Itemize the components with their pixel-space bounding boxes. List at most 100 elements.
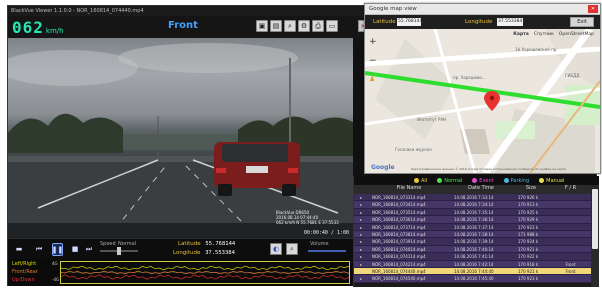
save-icon[interactable]: ▤ [270,20,282,32]
filter-label: Event [479,177,494,184]
file-list-scrollbar[interactable] [591,185,599,287]
map-place-label: ГИБДД [565,73,580,78]
camera-timestamp: BlackVue DR650 2016.08.14 07:44:40 062 k… [276,210,339,225]
file-name-cell: NOR_160814_073614.mp4 [372,217,426,223]
table-row[interactable]: ▸ NOR_160814_073414.mp4 14.08.2016 7:34:14… [354,201,591,209]
header-size[interactable]: Size [512,185,550,194]
google-logo: Google [371,164,395,171]
date-time-cell: 14.08.2016 7:35:14 [454,209,494,215]
front-rear-cell [550,224,591,230]
folder-icon[interactable]: ▭ [326,20,338,32]
front-rear-cell [550,275,591,281]
table-row[interactable]: ▸ NOR_160814_073714.mp4 14.08.2016 7:37:14… [354,223,591,231]
google-map-icon[interactable]: ◐ [270,243,282,255]
file-name-cell: NOR_160814_074114.mp4 [372,254,426,260]
latitude-readout: Latitude 55.768144 [178,241,235,247]
header-front-rear[interactable]: F / R [550,185,591,194]
map-type-osm[interactable]: OpenStreetMap [559,32,594,37]
filter-event[interactable]: Event [472,177,494,184]
stop-icon[interactable]: ■ [70,244,80,254]
filter-manual[interactable]: Manual [539,178,564,184]
folder-open-icon[interactable]: ▬ [14,244,24,254]
header-date-time[interactable]: Date Time [450,185,512,194]
play-icon: ▸ [359,261,362,267]
date-time-cell: 14.08.2016 7:37:14 [454,224,494,230]
exit-button[interactable]: Exit [570,17,594,27]
map-canvas[interactable]: Карта Спутник OpenStreetMap + − ♟ пр. Хо… [365,29,600,173]
file-name-cell: NOR_160814_074214.mp4 [372,261,426,267]
map-longitude-label: Longitude [465,19,493,25]
speed-slider-knob[interactable] [117,247,121,255]
radio-icon[interactable] [503,178,509,183]
table-row[interactable]: ▸ NOR_160814_074540.mp4 14.08.2016 7:45:40… [354,275,591,283]
play-icon: ▸ [359,217,362,223]
table-row[interactable]: ▸ NOR_160814_074214.mp4 14.08.2016 7:42:14… [354,260,591,268]
speed-unit: km/h [45,27,64,35]
table-row[interactable]: ▸ NOR_160814_074014.mp4 14.08.2016 7:40:14… [354,245,591,254]
front-rear-cell: Front [565,268,576,274]
speed-slider[interactable] [100,247,138,255]
radio-icon[interactable] [414,178,419,183]
table-row[interactable]: ▸ NOR_160814_073914.mp4 14.08.2016 7:39:14… [354,238,591,246]
pegman-icon[interactable]: ♟ [369,75,377,83]
map-type-map[interactable]: Карта [513,32,529,37]
next-icon[interactable]: ⏭ [84,244,94,254]
map-zoom-controls: + − ♟ [369,37,377,83]
size-cell: 170 923 k [518,224,539,230]
pause-button[interactable]: ❚❚ [52,243,63,256]
radio-icon[interactable] [437,178,443,183]
map-type-selector: Карта Спутник OpenStreetMap [513,32,594,37]
timecode: 00:00:40 / 1:00 [303,230,349,236]
map-type-satellite[interactable]: Спутник [534,32,554,37]
filter-normal[interactable]: Normal [437,178,462,184]
print-icon[interactable]: ⎙ [312,20,324,32]
front-rear-cell [550,246,591,252]
speed-value: 062 [12,18,44,37]
close-icon[interactable]: ✕ [588,5,598,13]
filter-all[interactable]: All [414,178,427,184]
g-sensor-graph: Left/Right Front/Rear Up/Down 4G -4G [8,259,353,286]
filter-parking[interactable]: Parking [503,177,530,184]
size-cell: 170 925 k [518,209,539,215]
settings-icon[interactable]: ⚙ [298,20,310,32]
speed-label: Speed [100,241,116,247]
size-cell: 170 918 k [518,261,539,267]
scrollbar-thumb[interactable] [592,189,598,249]
table-row[interactable]: ▸ NOR_160814_073614.mp4 14.08.2016 7:36:14… [354,216,591,224]
radio-icon[interactable] [472,178,478,183]
date-time-cell: 14.08.2016 7:41:14 [454,254,494,260]
map-footer: Картографические данные © 2016 Google Ус… [411,167,567,171]
table-row[interactable]: ▸ NOR_160814_074114.mp4 14.08.2016 7:41:14… [354,253,591,261]
file-name-cell: NOR_160814_073514.mp4 [372,209,426,215]
zoom-out-icon[interactable]: − [369,56,377,66]
g-sensor-label-up-down: Up/Down [12,277,35,283]
table-row[interactable]: ▸ NOR_160814_073514.mp4 14.08.2016 7:35:14… [354,208,591,217]
table-row[interactable]: ▸ NOR_160814_073314.mp4 14.08.2016 7:33:14… [354,194,591,202]
file-list-panel: All Normal Event Parking Manual File Name Da… [353,176,599,287]
volume-slider[interactable] [308,250,346,252]
table-row[interactable]: ▸ NOR_160814_073814.mp4 14.08.2016 7:38:14… [354,230,591,239]
longitude-label: Longitude [173,250,201,256]
filter-label: Manual [546,177,565,184]
camera-stamp-line: 062 km/h N 55.7681 E 37.5533 [276,220,339,225]
screen-layout-icon[interactable]: ▣ [256,20,268,32]
play-icon: ▸ [359,276,362,282]
size-cell: 170 921 k [518,268,539,274]
g-sensor-plot[interactable] [60,261,350,284]
file-name-cell: NOR_160814_073714.mp4 [372,224,426,230]
header-file-name[interactable]: File Name [368,185,450,194]
search-icon[interactable]: ⌕ [284,20,296,32]
zoom-icon[interactable]: ⌕ [286,243,298,255]
toolbar: ▣ ▤ ⌕ ⚙ ⎙ ▭ [256,20,338,32]
previous-icon[interactable]: ⏮ [34,244,44,254]
filter-label: Parking [510,177,530,184]
date-time-cell: 14.08.2016 7:38:14 [454,231,494,237]
zoom-in-icon[interactable]: + [369,37,377,47]
table-row[interactable]: ▸ NOR_160814_074440.mp4 14.08.2016 7:44:40… [354,267,591,276]
video-player[interactable]: BlackVue DR650 2016.08.14 07:44:40 062 k… [8,38,353,238]
play-icon: ▸ [359,209,362,215]
radio-icon[interactable] [539,178,545,183]
play-icon: ▸ [359,246,362,252]
play-icon: ▸ [359,254,362,260]
map-street-label: 1й Хорошевский пр. [515,47,558,52]
